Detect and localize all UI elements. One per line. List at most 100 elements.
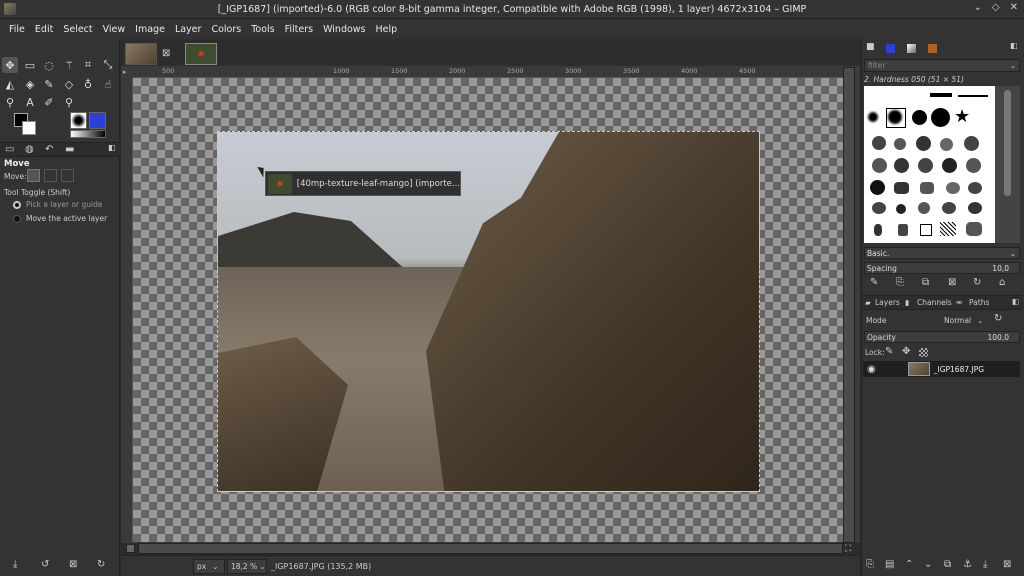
brush-swatch[interactable] [940,138,953,151]
menu-colors[interactable]: Colors [206,24,246,35]
menu-layer[interactable]: Layer [170,24,207,35]
horizontal-ruler[interactable]: 500 1000 1500 2000 2500 3000 3500 4000 4… [133,67,843,78]
eye-icon[interactable]: ◉ [867,364,876,375]
lasso-tool-icon[interactable]: ◌ [41,57,57,73]
unit-select[interactable]: px ⌄ [193,558,225,574]
image-tab-leaf-mango[interactable]: ✶ [185,43,217,65]
open-brush-as-image-icon[interactable]: ⌂ [999,277,1005,288]
brush-swatch[interactable] [968,182,982,194]
brush-swatch[interactable] [894,138,906,150]
brush-swatch[interactable] [872,202,886,214]
brush-swatch[interactable] [912,110,927,125]
brush-swatch[interactable] [964,136,979,151]
brush-swatch[interactable] [966,222,982,236]
bucket-fill-tool-icon[interactable]: ◈ [22,76,38,92]
layer-row[interactable]: ◉ _IGP1687.JPG [863,361,1020,377]
new-brush-icon[interactable]: ⎘ [896,277,904,288]
transform-tool-icon[interactable]: ⤡ [100,57,116,73]
active-pattern-preview[interactable] [89,112,106,129]
menu-edit[interactable]: Edit [30,24,58,35]
radio-move-active-layer[interactable] [13,215,21,223]
menu-view[interactable]: View [98,24,131,35]
tab-channels[interactable]: Channels [917,298,952,307]
brush-swatch[interactable] [898,224,908,236]
delete-tool-preset-icon[interactable]: ⊠ [69,559,77,570]
brush-swatch[interactable] [868,112,878,122]
spacing-slider[interactable]: Spacing 10,0 [864,262,1020,274]
brush-swatch[interactable] [958,95,988,97]
close-icon[interactable]: ✕ [1010,2,1018,13]
paths-tool-icon[interactable]: ⚲ [2,94,18,110]
horizontal-scrollbar[interactable] [138,543,843,554]
brush-swatch[interactable] [870,180,885,195]
new-layer-group-icon[interactable]: ▤ [885,559,894,570]
color-picker-tool-icon[interactable]: ✐ [41,94,57,110]
crop-tool-icon[interactable]: ⌗ [80,57,96,73]
brush-grid-scrollbar[interactable] [995,86,1020,243]
clone-tool-icon[interactable]: ♁ [80,76,96,92]
menu-windows[interactable]: Windows [318,24,370,35]
scroll-thumb[interactable] [1004,90,1011,196]
star-brush-icon[interactable]: ★ [954,106,970,127]
duplicate-layer-icon[interactable]: ⧉ [944,559,951,570]
active-gradient-preview[interactable] [70,130,106,138]
edit-brush-icon[interactable]: ✎ [870,277,878,288]
brush-swatch[interactable] [946,182,960,194]
zoom-tool-icon[interactable]: ⚲ [61,94,77,110]
panel-menu-icon[interactable]: ◧ [108,143,116,152]
zoom-select[interactable]: 18,2 % ⌄ [227,558,267,574]
menu-help[interactable]: Help [371,24,403,35]
merge-layer-icon[interactable]: ⤓ [983,559,987,570]
brush-swatch[interactable] [966,158,981,173]
device-status-tab-icon[interactable]: ◍ [25,144,34,155]
images-tab-icon[interactable]: ▬ [65,144,74,155]
vertical-scrollbar[interactable] [843,67,855,543]
brush-filter-input[interactable]: filter ⌄ [864,59,1020,72]
raise-layer-icon[interactable]: ⌃ [905,559,913,570]
brush-swatch[interactable] [931,108,950,127]
tab-paths[interactable]: Paths [969,298,989,307]
move-tool-icon[interactable]: ✥ [2,57,18,73]
brush-swatch[interactable] [942,202,956,214]
brush-swatch[interactable] [874,224,882,236]
fonts-tab-icon[interactable] [907,44,916,53]
document-history-tab-icon[interactable] [928,44,937,53]
brush-swatch[interactable] [930,93,952,97]
panel-menu-icon[interactable]: ◧ [1012,297,1019,306]
menu-filters[interactable]: Filters [280,24,318,35]
menu-tools[interactable]: Tools [246,24,279,35]
menu-select[interactable]: Select [58,24,97,35]
tab-layers[interactable]: Layers [875,298,900,307]
new-layer-icon[interactable]: ⎘ [866,559,874,570]
duplicate-brush-icon[interactable]: ⧉ [922,277,929,288]
brush-swatch[interactable] [942,158,957,173]
refresh-brushes-icon[interactable]: ↻ [973,277,981,288]
lock-pixels-icon[interactable]: ✎ [885,346,893,357]
lower-layer-icon[interactable]: ⌄ [924,559,932,570]
radio-pick-layer[interactable] [13,201,21,209]
background-color-swatch[interactable] [22,121,36,135]
opacity-slider[interactable]: Opacity 100,0 [864,331,1020,343]
delete-layer-icon[interactable]: ⊠ [1003,559,1011,570]
vertical-ruler[interactable] [121,78,133,542]
quick-mask-corner-icon[interactable]: ▸ [123,68,132,77]
lock-alpha-icon[interactable] [919,348,928,357]
brush-swatch[interactable] [894,158,909,173]
navigate-icon[interactable]: ⛶ [845,544,851,554]
brush-swatch[interactable] [918,158,933,173]
warp-tool-icon[interactable]: ◭ [2,76,18,92]
menu-file[interactable]: File [4,24,30,35]
brush-swatch[interactable] [894,182,909,194]
layer-mode-select[interactable]: Normal ⌄ [944,313,990,327]
brush-swatch[interactable] [920,224,932,236]
dock-menu-icon[interactable]: ◧ [1010,41,1018,50]
minimize-icon[interactable]: ⌄ [974,2,982,13]
fuzzy-select-tool-icon[interactable]: ⚚ [61,57,77,73]
active-brush-preview[interactable] [70,112,87,129]
patterns-tab-icon[interactable] [886,44,895,53]
brush-swatch[interactable] [872,136,886,150]
brushes-tab-icon[interactable]: ■ [866,42,875,52]
rect-select-tool-icon[interactable]: ▭ [22,57,38,73]
undo-history-tab-icon[interactable]: ↶ [45,144,53,155]
layer-name[interactable]: _IGP1687.JPG [934,365,984,374]
